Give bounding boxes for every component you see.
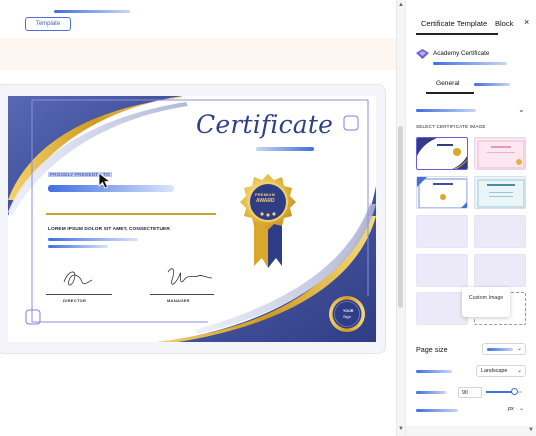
title-accent-line	[256, 147, 314, 151]
director-label: DIRECTOR	[63, 298, 87, 303]
panel-scrollbar-bottom	[406, 426, 536, 436]
tab-general[interactable]: General	[436, 80, 459, 87]
award-text-line1: PREMIUM	[255, 193, 276, 197]
template-thumb-9[interactable]	[416, 292, 468, 325]
orientation-label-line	[416, 370, 452, 373]
template-thumb-8[interactable]	[474, 254, 526, 287]
chevron-down-icon[interactable]: ⌄	[519, 405, 524, 412]
manager-signature-line	[150, 294, 214, 295]
scale-slider-fill	[486, 391, 515, 393]
tab-secondary-placeholder[interactable]	[474, 83, 510, 86]
general-tab-indicator	[426, 92, 474, 94]
editor-canvas[interactable]: Template Certificate PROUDLY PRESENTS TO…	[0, 0, 396, 436]
app-root: Template Certificate PROUDLY PRESENTS TO…	[0, 0, 536, 436]
template-thumb-7[interactable]	[416, 254, 468, 287]
toolbar-placeholder-line	[54, 10, 130, 13]
select-image-label: SELECT CERTIFICATE IMAGE	[416, 124, 486, 129]
canvas-scroll-thumb[interactable]	[398, 126, 403, 308]
template-thumb-3[interactable]	[416, 176, 468, 209]
orientation-select[interactable]: Landscape ⌄	[476, 365, 526, 377]
panel-tabs: Certificate Template Block ×	[406, 0, 536, 38]
diamond-icon	[416, 49, 429, 59]
page-size-label: Page size	[416, 345, 448, 354]
template-thumb-6[interactable]	[474, 215, 526, 248]
scroll-down-icon[interactable]: ▼	[397, 426, 405, 432]
section-header-line[interactable]	[416, 109, 476, 112]
award-text-line2: AWARD	[256, 198, 275, 204]
chevron-down-icon[interactable]: ⌄	[518, 105, 525, 114]
description-line-1	[48, 238, 138, 241]
template-thumb-1[interactable]	[416, 137, 468, 170]
chevron-down-icon: ⌄	[516, 346, 522, 352]
orientation-value: Landscape	[481, 368, 508, 374]
app-subtitle-line	[433, 62, 507, 65]
close-icon[interactable]: ×	[524, 17, 529, 27]
template-thumb-5[interactable]	[416, 215, 468, 248]
template-button[interactable]: Template	[25, 17, 71, 31]
canvas-band	[0, 38, 396, 70]
tab-certificate-template[interactable]: Certificate Template	[421, 19, 487, 28]
page-size-value-line	[487, 347, 513, 351]
tab-block[interactable]: Block	[495, 19, 513, 28]
unit-select[interactable]: px	[508, 406, 514, 412]
template-thumb-2[interactable]	[474, 137, 526, 170]
template-thumb-4[interactable]	[474, 176, 526, 209]
description-text[interactable]: LOREM IPSUM DOLOR SIT AMET, CONSECTETUER	[48, 227, 170, 232]
pointer-cursor-icon	[98, 172, 112, 189]
seal-text-line2: Sign	[343, 314, 352, 319]
active-tab-indicator	[416, 33, 498, 35]
settings-panel: Certificate Template Block × Academy Cer…	[405, 0, 536, 436]
director-signature-line	[46, 294, 112, 295]
scroll-down-icon[interactable]: ▼	[528, 427, 534, 433]
scale-slider-knob[interactable]	[511, 388, 519, 395]
custom-image-tooltip: Custom Image	[462, 287, 510, 317]
app-name: Academy Certificate	[433, 50, 490, 57]
scroll-up-icon[interactable]: ▲	[397, 2, 405, 8]
manager-label: MANAGER	[167, 298, 190, 303]
scale-number-input[interactable]: 90	[458, 387, 482, 398]
unit-label-line	[416, 409, 458, 412]
gold-rule	[46, 213, 216, 215]
chevron-down-icon: ⌄	[516, 368, 522, 374]
seal-text-line1: YOUR	[343, 309, 354, 313]
description-line-2	[48, 245, 108, 248]
scale-label-line	[416, 391, 446, 394]
page-size-select[interactable]: ⌄	[482, 343, 526, 355]
certificate-title: Certificate	[196, 110, 334, 139]
